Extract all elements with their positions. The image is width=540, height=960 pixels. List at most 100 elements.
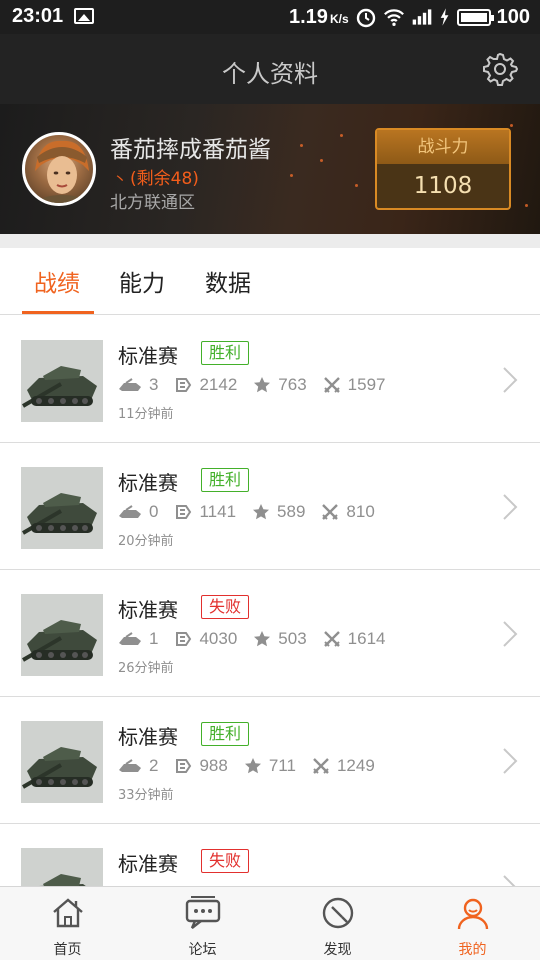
tab-bar: 战绩 能力 数据 [0,248,540,315]
nav-mine-label: 我的 [458,942,487,958]
battle-time: 20分钟前 [118,534,174,549]
active-tab-indicator [22,311,94,314]
tank-thumbnail [21,594,103,676]
tank-thumbnail-icon [21,721,103,803]
result-badge: 胜利 [201,722,250,746]
nav-home-label: 首页 [53,942,82,958]
profile-icon [457,898,488,930]
battle-record-item[interactable]: 标准赛 胜利 0 1141 589 810 20分钟前 [0,443,540,570]
status-bar: 23:01 1.19 K/s 100 [0,0,540,34]
chevron-right-icon [503,621,518,647]
spark [300,144,303,147]
battle-record-item[interactable]: 标准赛 胜利 3 2142 763 1597 11分钟前 [0,316,540,443]
result-badge: 胜利 [201,341,250,365]
kills-tank-icon [119,378,141,391]
damage-shell-icon [176,378,192,392]
settings-gear-icon[interactable] [482,51,518,87]
avatar-portrait-icon [35,140,89,203]
exp-star-icon [254,377,271,393]
assist-stat: 810 [321,502,375,522]
battle-stats: 1 4030 503 1614 [118,628,402,650]
tank-thumbnail-icon [21,848,103,886]
tab-ability[interactable]: 能力 [119,264,165,298]
assist-swords-icon [323,631,340,647]
status-time: 23:01 [12,5,64,27]
exp-stat: 503 [253,629,307,649]
exp-stat: 711 [244,756,296,776]
exp-stat: 763 [253,375,307,395]
status-indicators: 1.19 K/s 100 [289,4,530,30]
nav-discover[interactable]: 发现 [270,887,405,960]
spark [290,174,293,177]
charging-icon [440,8,449,26]
chevron-right-icon [503,494,518,520]
battle-list: 标准赛 胜利 3 2142 763 1597 11分钟前 标准赛 胜利 0 1141 589 810 20… [0,316,540,886]
nav-forum[interactable]: 论坛 [135,887,270,960]
profile-banner: 番茄摔成番茄酱 丶 (剩余48) 北方联通区 战斗力 1108 [0,104,540,234]
battery-icon [456,8,494,26]
battle-record-item[interactable]: 标准赛 胜利 2 988 711 1249 33分钟前 [0,697,540,824]
profile-username: 番茄摔成番茄酱 [110,137,271,163]
spark [320,159,323,162]
tank-thumbnail [21,721,103,803]
tank-thumbnail-icon [21,467,103,549]
remaining-count: 丶 (剩余48) [113,169,199,189]
battle-stats: 2 988 711 1249 [118,755,391,777]
assist-stat: 1614 [323,629,386,649]
chevron-right-icon [503,748,518,774]
gallery-notification-icon [74,8,94,24]
tank-thumbnail-icon [21,594,103,676]
combat-power-label: 战斗力 [377,130,509,164]
spark [525,204,528,207]
battle-record-item[interactable]: 标准赛 失败 [0,824,540,886]
battle-time: 26分钟前 [118,661,174,676]
bottom-navigation: 首页 论坛 发现 我的 [0,886,540,960]
kills-tank-icon [119,632,141,645]
exp-star-icon [244,758,261,774]
kills-tank-icon [119,759,141,772]
damage-stat: 1141 [174,502,236,522]
assist-swords-icon [313,758,329,774]
result-badge: 胜利 [201,468,250,492]
assist-stat: 1249 [312,756,375,776]
avatar[interactable] [22,132,96,206]
nav-discover-label: 发现 [323,942,352,958]
tick-mark: 丶 [113,172,127,188]
network-speed: 1.19 K/s [289,5,349,28]
spark [355,184,358,187]
battle-mode: 标准赛 [118,344,178,368]
alarm-icon [356,8,375,28]
nav-mine[interactable]: 我的 [405,887,540,960]
tab-record[interactable]: 战绩 [34,264,80,298]
kills-tank-icon [119,505,141,518]
signal-icon [412,9,431,25]
page-title: 个人资料 [222,60,318,88]
kills-stat: 1 [118,629,158,649]
wifi-icon [383,9,404,26]
exp-stat: 589 [252,502,305,522]
damage-stat: 2142 [174,375,237,395]
discover-icon [322,897,353,929]
chevron-right-icon [503,875,516,886]
battle-time: 33分钟前 [118,788,174,803]
exp-star-icon [253,504,270,520]
damage-stat: 988 [174,756,228,776]
damage-shell-icon [176,759,192,773]
damage-shell-icon [176,505,192,519]
battle-stats: 3 2142 763 1597 [118,374,402,396]
battle-record-item[interactable]: 标准赛 失败 1 4030 503 1614 26分钟前 [0,570,540,697]
exp-star-icon [254,631,271,647]
battle-mode: 标准赛 [118,598,178,622]
assist-swords-icon [323,377,340,393]
title-bar: 个人资料 [0,34,540,104]
tank-thumbnail-icon [21,340,103,422]
battle-mode: 标准赛 [118,725,178,749]
damage-shell-icon [176,632,192,646]
nav-home[interactable]: 首页 [0,887,135,960]
chevron-right-icon [503,367,518,393]
spark [510,124,513,127]
tank-thumbnail [21,340,103,422]
kills-stat: 0 [118,502,158,522]
combat-power-box: 战斗力 1108 [375,128,511,210]
tab-data[interactable]: 数据 [205,264,251,298]
